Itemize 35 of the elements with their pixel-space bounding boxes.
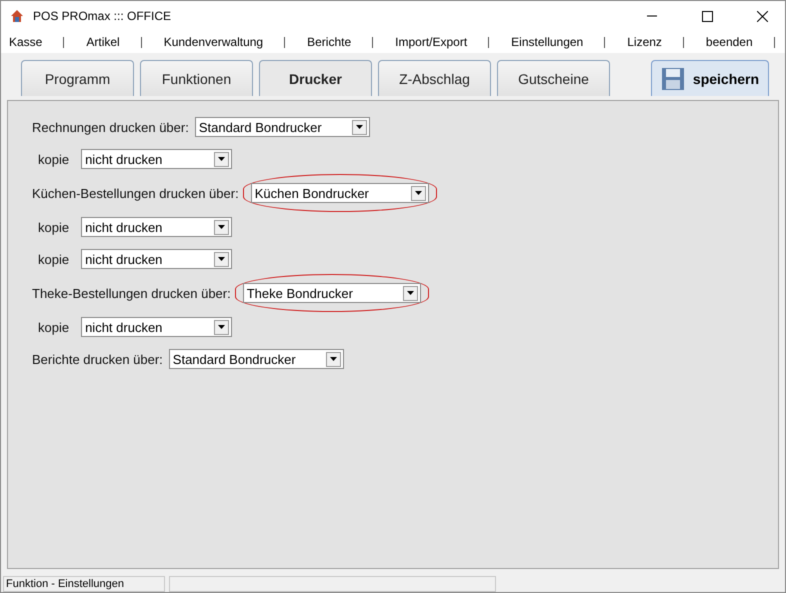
- printer-dropdown[interactable]: Standard Bondrucker: [194, 117, 370, 137]
- printer-dropdown[interactable]: nicht drucken: [81, 249, 232, 269]
- tab[interactable]: Gutscheine: [497, 60, 610, 96]
- printer-dropdown[interactable]: Standard Bondrucker: [168, 349, 344, 369]
- tab[interactable]: Z-Abschlag: [378, 60, 491, 96]
- printer-dropdown[interactable]: Theke Bondrucker: [242, 283, 421, 303]
- menu-item[interactable]: Artikel: [64, 35, 120, 49]
- window-title: POS PROmax ::: OFFICE: [33, 9, 172, 23]
- menu-item[interactable]: Berichte: [285, 35, 352, 49]
- menu-item[interactable]: Import/Export: [373, 35, 468, 49]
- menu-item[interactable]: Lizenz: [605, 35, 662, 49]
- setting-label: Theke-Bestellungen drucken über:: [32, 286, 231, 300]
- setting-label: Berichte drucken über:: [32, 352, 163, 366]
- house-icon: [10, 9, 24, 23]
- menu-item[interactable]: Einstellungen: [489, 35, 584, 49]
- printer-dropdown[interactable]: nicht drucken: [81, 317, 232, 337]
- setting-label: Küchen-Bestellungen drucken über:: [32, 186, 239, 200]
- setting-label: kopie: [38, 252, 70, 266]
- menu-item[interactable]: beenden: [684, 35, 753, 49]
- tab[interactable]: Funktionen: [140, 60, 253, 96]
- menu-item[interactable]: Kundenverwaltung: [142, 35, 264, 49]
- maximize-icon: [702, 10, 712, 22]
- tab[interactable]: Drucker: [259, 60, 372, 96]
- status-text: Funktion - Einstellungen: [3, 576, 165, 592]
- menu-item[interactable]: Kasse: [9, 35, 42, 49]
- close-icon: [756, 10, 768, 22]
- printer-dropdown[interactable]: nicht drucken: [81, 217, 232, 237]
- save-button[interactable]: speichern: [651, 60, 769, 96]
- setting-label: Rechnungen drucken über:: [32, 120, 189, 134]
- setting-label: kopie: [38, 220, 70, 234]
- printer-dropdown[interactable]: nicht drucken: [81, 149, 232, 169]
- printer-dropdown[interactable]: Küchen Bondrucker: [250, 183, 429, 203]
- tab[interactable]: Programm: [21, 60, 134, 96]
- setting-label: kopie: [38, 320, 70, 334]
- setting-label: kopie: [38, 152, 70, 166]
